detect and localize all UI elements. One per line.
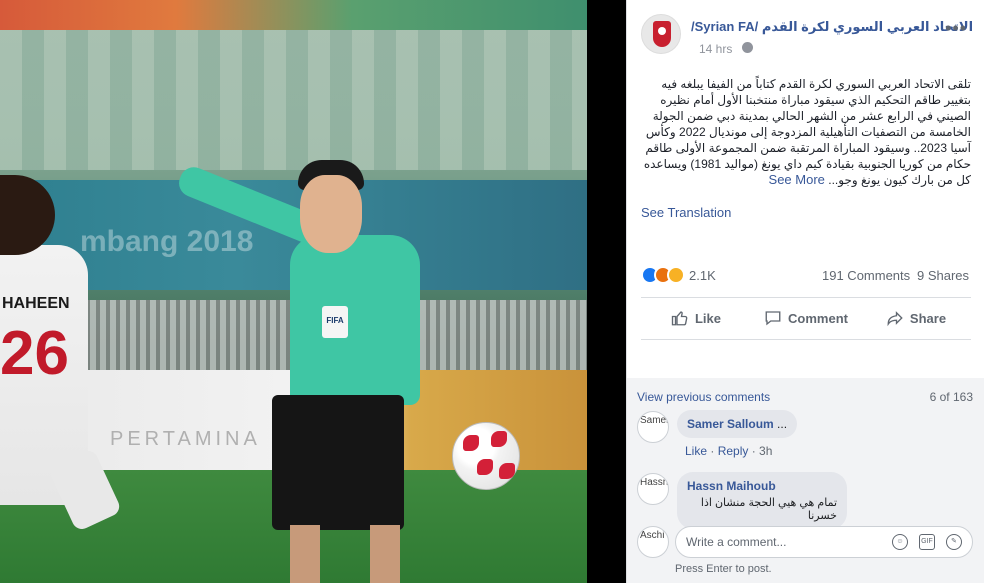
referee-shirt <box>290 235 420 405</box>
referee-shorts <box>272 395 404 530</box>
reactions-row: 2.1K 191 Comments 9 Shares <box>641 266 971 286</box>
facebook-photo-viewer: mbang 2018 PERTAMINA HAHEEN 26 FIFA /Syr… <box>0 0 984 583</box>
adboard-text: PERTAMINA <box>110 428 261 450</box>
commenter-avatar[interactable]: Samer <box>637 411 669 443</box>
page-avatar[interactable] <box>641 14 681 54</box>
post-panel: /Syrian FA/ الاتحاد العربي السوري لكرة ا… <box>626 0 984 583</box>
divider <box>641 339 971 340</box>
thumbs-up-icon <box>671 311 688 326</box>
fifa-badge: FIFA <box>322 306 348 338</box>
post-actions: Like Comment Share <box>641 300 971 336</box>
comment-button[interactable]: Comment <box>751 300 861 336</box>
comment-meta: Like · Reply · 3h <box>685 444 773 458</box>
see-more-link[interactable]: See More <box>769 172 825 187</box>
banner-text: mbang 2018 <box>80 225 254 258</box>
gif-icon[interactable]: GIF <box>919 534 935 550</box>
shares-count[interactable]: 9 Shares <box>917 268 969 283</box>
reaction-count[interactable]: 2.1K <box>689 268 716 283</box>
globe-icon <box>742 42 753 53</box>
stadium-top-seats <box>0 0 587 30</box>
comment-icon <box>765 311 781 326</box>
comment-bubble: Hassn Maihoub تمام هي هيي الحجة منشان اذ… <box>677 472 847 529</box>
post-body: تلقى الاتحاد العربي السوري لكرة القدم كت… <box>641 76 971 188</box>
comment-time[interactable]: 3h <box>759 444 772 458</box>
football <box>452 422 520 490</box>
like-button[interactable]: Like <box>641 300 751 336</box>
haha-reaction-icon[interactable] <box>667 266 685 284</box>
commenter-name[interactable]: Samer Salloum <box>687 417 774 431</box>
my-avatar: Aschi <box>637 526 669 558</box>
like-label: Like <box>694 310 721 326</box>
divider <box>641 297 971 298</box>
player-shirt-name: HAHEEN <box>2 295 70 312</box>
emoji-icon[interactable]: ☺ <box>892 534 908 550</box>
referee-face <box>300 175 362 253</box>
referee-leg-left <box>290 525 320 583</box>
photo-scene: mbang 2018 PERTAMINA HAHEEN 26 FIFA <box>0 0 587 583</box>
write-comment-input[interactable]: Write a comment... ☺ GIF ✎ <box>675 526 973 558</box>
share-button[interactable]: Share <box>861 300 971 336</box>
comment-page-count: 6 of 163 <box>929 390 973 404</box>
photo-area[interactable]: mbang 2018 PERTAMINA HAHEEN 26 FIFA <box>0 0 626 583</box>
comment-label: Comment <box>788 310 848 326</box>
see-translation-link[interactable]: See Translation <box>641 205 731 220</box>
comment-bubble: Samer Salloum ... <box>677 410 798 438</box>
comment-reply-link[interactable]: Reply <box>718 444 749 458</box>
page-name-link[interactable]: /Syrian FA/ الاتحاد العربي السوري لكرة ا… <box>691 19 973 35</box>
commenter-avatar[interactable]: Hassn <box>637 473 669 505</box>
share-label: Share <box>909 310 947 326</box>
share-icon <box>887 311 903 327</box>
player-shirt-number: 26 <box>0 319 69 388</box>
referee-leg-right <box>370 525 400 583</box>
commenter-name[interactable]: Hassn Maihoub <box>687 479 837 493</box>
post-header: /Syrian FA/ الاتحاد العربي السوري لكرة ا… <box>627 0 984 70</box>
comment-placeholder: Write a comment... <box>686 535 787 549</box>
post-timestamp[interactable]: 14 hrs <box>699 42 732 56</box>
post-text: تلقى الاتحاد العربي السوري لكرة القدم كت… <box>643 77 971 187</box>
comment-text: تمام هي هيي الحجة منشان اذا خسرنا <box>700 497 837 522</box>
comments-section: View previous comments 6 of 163 Samer Sa… <box>627 378 984 583</box>
sticker-icon[interactable]: ✎ <box>946 534 962 550</box>
press-enter-hint: Press Enter to post. <box>675 563 772 575</box>
comments-count[interactable]: 191 Comments <box>822 268 910 283</box>
comment-text: ... <box>777 417 788 431</box>
more-options-icon[interactable]: ••• <box>945 18 967 39</box>
view-previous-comments-link[interactable]: View previous comments <box>637 390 770 404</box>
comment-like-link[interactable]: Like <box>685 444 707 458</box>
